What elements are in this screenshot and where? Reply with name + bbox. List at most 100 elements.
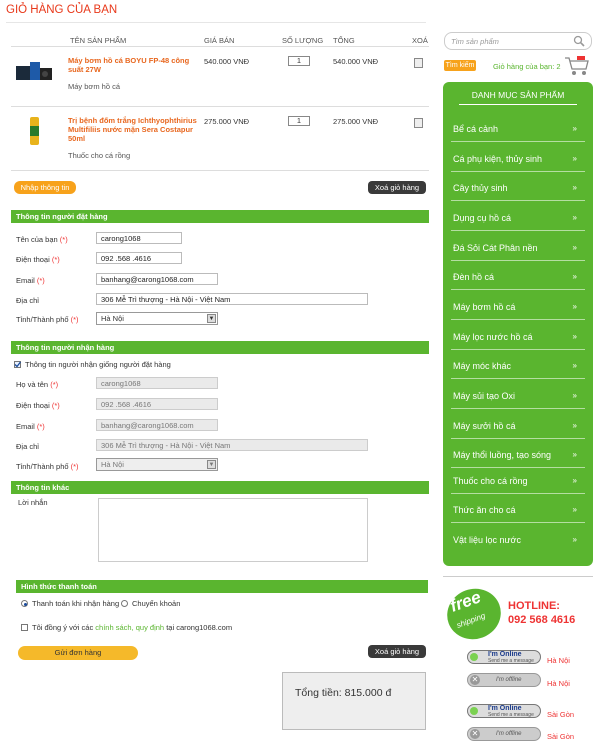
payment-cod-radio[interactable] bbox=[21, 600, 28, 607]
location-hanoi: Hà Nội bbox=[547, 679, 570, 688]
location-saigon: Sài Gòn bbox=[547, 732, 575, 741]
title-divider bbox=[6, 22, 426, 23]
header-divider bbox=[11, 46, 429, 47]
order-total: Tổng tiền: 815.000 đ bbox=[282, 672, 426, 730]
category-divider bbox=[451, 289, 585, 290]
chevron-right-icon: » bbox=[572, 302, 577, 311]
category-divider bbox=[451, 493, 585, 494]
chevron-right-icon: » bbox=[572, 505, 577, 514]
hotline-label: HOTLINE: bbox=[508, 600, 560, 612]
buyer-email-input[interactable]: banhang@carong1068.com bbox=[96, 273, 218, 285]
category-divider bbox=[451, 171, 585, 172]
receiver-address-input[interactable]: 306 Mễ Trì thượng - Hà Nội - Việt Nam bbox=[96, 439, 368, 451]
payment-cod-label[interactable]: Thanh toán khi nhận hàng bbox=[32, 599, 119, 608]
category-divider bbox=[451, 438, 585, 439]
cart-item-name[interactable]: Trị bệnh đốm trắng Ichthyophthirius Mult… bbox=[68, 116, 203, 143]
receiver-name-input[interactable]: carong1068 bbox=[96, 377, 218, 389]
chevron-right-icon: » bbox=[572, 421, 577, 430]
offline-status-button[interactable]: ✕ I'm offline bbox=[467, 673, 541, 687]
message-textarea[interactable] bbox=[98, 498, 368, 562]
chevron-right-icon: » bbox=[572, 361, 577, 370]
search-button[interactable]: Tìm kiếm bbox=[444, 60, 476, 71]
chevron-down-icon[interactable]: ▼ bbox=[207, 314, 216, 323]
agree-terms-checkbox[interactable] bbox=[21, 624, 28, 631]
submit-order-button[interactable]: Gửi đơn hàng bbox=[18, 646, 138, 660]
category-item[interactable]: Bể cá cảnh» bbox=[453, 124, 583, 134]
row-divider bbox=[11, 106, 429, 107]
category-item[interactable]: Dụng cụ hồ cá» bbox=[453, 213, 583, 223]
chevron-right-icon: » bbox=[572, 183, 577, 192]
online-status-button[interactable]: I'm Online Send me a message bbox=[467, 650, 541, 664]
policy-link[interactable]: chính sách, quy định bbox=[95, 623, 164, 632]
category-item[interactable]: Máy sưởi hồ cá» bbox=[453, 421, 583, 431]
receiver-email-label: Email (*) bbox=[16, 422, 45, 431]
receiver-email-input[interactable]: banhang@carong1068.com bbox=[96, 419, 218, 431]
enter-info-button[interactable]: Nhập thông tin bbox=[14, 181, 76, 194]
category-item[interactable]: Máy bơm hồ cá» bbox=[453, 302, 583, 312]
quantity-input[interactable]: 1 bbox=[288, 56, 310, 66]
same-as-buyer-label[interactable]: Thông tin người nhận giống người đặt hàn… bbox=[25, 360, 171, 369]
buyer-phone-input[interactable]: 092 .568 .4616 bbox=[96, 252, 182, 264]
search-input[interactable]: Tìm sản phẩm bbox=[444, 32, 592, 50]
online-dot-icon bbox=[470, 653, 478, 661]
category-item[interactable]: Máy sủi tạo Oxi» bbox=[453, 391, 583, 401]
category-item[interactable]: Máy móc khác» bbox=[453, 361, 583, 371]
category-divider bbox=[451, 141, 585, 142]
col-price: GIÁ BÁN bbox=[204, 36, 235, 45]
category-divider bbox=[451, 349, 585, 350]
category-item[interactable]: Thức ăn cho cá» bbox=[453, 505, 583, 515]
category-divider bbox=[451, 200, 585, 201]
category-title-underline bbox=[459, 104, 577, 105]
buyer-name-input[interactable]: carong1068 bbox=[96, 232, 182, 244]
category-item[interactable]: Thuốc cho cá rồng» bbox=[453, 476, 583, 486]
page-title: GIỎ HÀNG CỦA BẠN bbox=[6, 4, 118, 16]
clear-cart-bottom-button[interactable]: Xoá giỏ hàng bbox=[368, 645, 426, 658]
cart-item-name[interactable]: Máy bơm hồ cá BOYU FP-48 công suất 27W bbox=[68, 56, 203, 74]
trash-icon[interactable] bbox=[414, 118, 423, 128]
chevron-right-icon: » bbox=[572, 535, 577, 544]
receiver-phone-label: Điện thoại (*) bbox=[16, 401, 60, 410]
buyer-city-label: Tỉnh/Thành phố (*) bbox=[16, 315, 79, 324]
online-status-button[interactable]: I'm Online Send me a message bbox=[467, 704, 541, 718]
payment-transfer-label[interactable]: Chuyển khoản bbox=[132, 599, 180, 608]
chevron-right-icon: » bbox=[572, 243, 577, 252]
receiver-city-select[interactable]: Hà Nội ▼ bbox=[96, 458, 218, 471]
category-item[interactable]: Vật liệu lọc nước» bbox=[453, 535, 583, 545]
location-hanoi: Hà Nội bbox=[547, 656, 570, 665]
same-as-buyer-checkbox[interactable] bbox=[14, 361, 21, 368]
cart-item-total: 275.000 VNĐ bbox=[333, 117, 379, 126]
product-image-medicine[interactable] bbox=[14, 116, 54, 146]
location-saigon: Sài Gòn bbox=[547, 710, 575, 719]
chevron-right-icon: » bbox=[572, 272, 577, 281]
category-divider bbox=[451, 319, 585, 320]
category-item[interactable]: Máy thổi luồng, tạo sóng» bbox=[453, 450, 583, 460]
receiver-phone-input[interactable]: 092 .568 .4616 bbox=[96, 398, 218, 410]
cart-count-link[interactable]: Giỏ hàng của bạn: 2 bbox=[493, 62, 561, 71]
offline-status-button[interactable]: ✕ I'm offline bbox=[467, 727, 541, 741]
trash-icon[interactable] bbox=[414, 58, 423, 68]
category-item[interactable]: Đèn hồ cá» bbox=[453, 272, 583, 282]
buyer-city-select[interactable]: Hà Nội ▼ bbox=[96, 312, 218, 325]
message-label: Lời nhắn bbox=[18, 498, 48, 507]
payment-transfer-radio[interactable] bbox=[121, 600, 128, 607]
chevron-right-icon: » bbox=[572, 213, 577, 222]
category-item[interactable]: Đá Sỏi Cát Phân nền» bbox=[453, 243, 583, 253]
category-item[interactable]: Cá phụ kiện, thủy sinh» bbox=[453, 154, 583, 164]
category-item[interactable]: Cây thủy sinh» bbox=[453, 183, 583, 193]
quantity-input[interactable]: 1 bbox=[288, 116, 310, 126]
chevron-down-icon[interactable]: ▼ bbox=[207, 460, 216, 469]
buyer-address-input[interactable]: 306 Mễ Trì thượng - Hà Nội - Việt Nam bbox=[96, 293, 368, 305]
other-section-header: Thông tin khác bbox=[11, 481, 429, 494]
category-item[interactable]: Máy lọc nước hồ cá» bbox=[453, 332, 583, 342]
col-delete: XOÁ bbox=[412, 36, 428, 45]
clear-cart-button[interactable]: Xoá giỏ hàng bbox=[368, 181, 426, 194]
chevron-right-icon: » bbox=[572, 391, 577, 400]
buyer-city-value: Hà Nội bbox=[101, 314, 124, 323]
cart-item-total: 540.000 VNĐ bbox=[333, 57, 379, 66]
search-icon[interactable] bbox=[573, 35, 585, 49]
category-divider bbox=[451, 467, 585, 468]
cart-icon[interactable] bbox=[564, 55, 590, 79]
col-total: TỔNG bbox=[333, 36, 355, 45]
product-image-pump[interactable] bbox=[14, 56, 54, 86]
category-divider bbox=[451, 378, 585, 379]
